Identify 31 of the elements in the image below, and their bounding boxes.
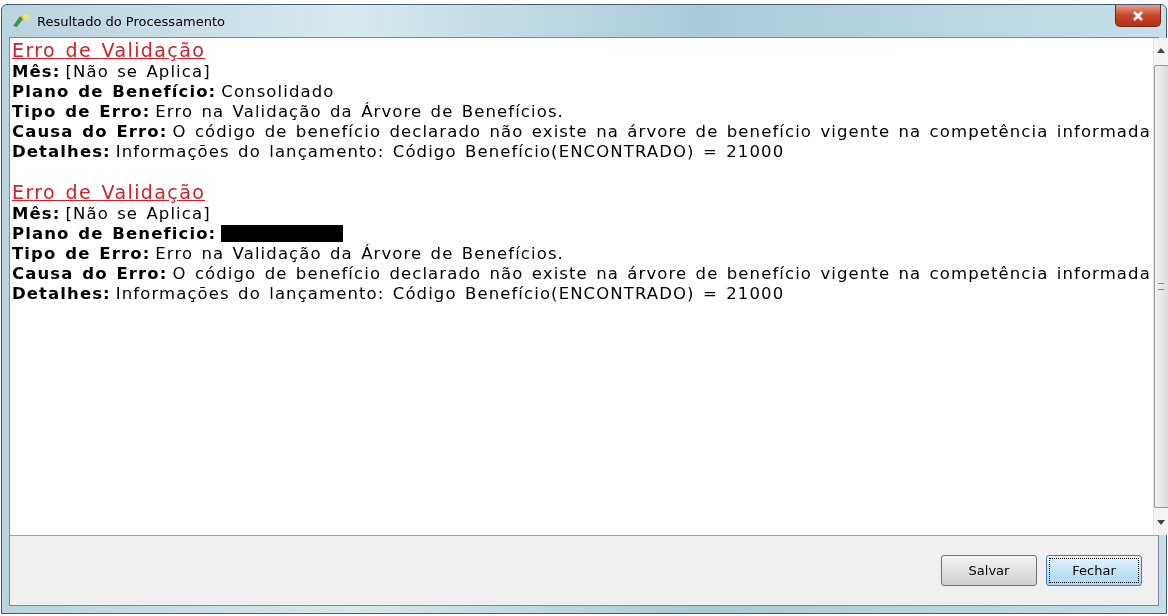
field-value: O código de benefício declarado não existe na árvore de benefício vigente na competência informada	[172, 264, 1151, 283]
field-value: [Não se Aplica]	[65, 204, 211, 223]
field-value: Erro na Validação da Árvore de Benefícios.	[155, 244, 564, 263]
field-value: Informações do lançamento: Código Benefício(ENCONTRADO) = 21000	[115, 142, 785, 161]
app-icon	[11, 12, 31, 30]
field-value: O código de benefício declarado não existe na árvore de benefício vigente na competência informada	[172, 122, 1151, 141]
field-value: Erro na Validação da Árvore de Benefícios.	[155, 102, 564, 121]
dialog-button[interactable]: Fechar	[1046, 555, 1142, 586]
scrollbar[interactable]	[1152, 38, 1168, 535]
field-label: Plano de Benefício:	[12, 82, 217, 101]
field-label: Detalhes:	[12, 142, 111, 161]
field-label: Tipo de Erro:	[12, 102, 151, 121]
field-label: Causa do Erro:	[12, 122, 168, 141]
field-label: Mês:	[12, 204, 61, 223]
dialog-button[interactable]: Salvar	[941, 555, 1037, 586]
close-icon	[1131, 9, 1145, 22]
close-button[interactable]	[1115, 5, 1161, 27]
field-value: Informações do lançamento: Código Benefício(ENCONTRADO) = 21000	[115, 284, 785, 303]
field-label: Plano de Beneficio:	[12, 224, 217, 243]
field-label: Mês:	[12, 62, 61, 81]
scroll-up-icon[interactable]	[1157, 48, 1166, 53]
field-value: Consolidado	[221, 82, 335, 101]
scroll-down-icon[interactable]	[1157, 520, 1166, 525]
field-label: Tipo de Erro:	[12, 244, 151, 263]
field-value: [Não se Aplica]	[65, 62, 211, 81]
error-heading: Erro de Validação	[12, 40, 206, 60]
error-heading: Erro de Validação	[12, 182, 206, 202]
field-label: Detalhes:	[12, 284, 111, 303]
window-title: Resultado do Processamento	[37, 13, 226, 29]
scrollbar-thumb[interactable]	[1153, 65, 1168, 508]
field-label: Causa do Erro:	[12, 264, 168, 283]
